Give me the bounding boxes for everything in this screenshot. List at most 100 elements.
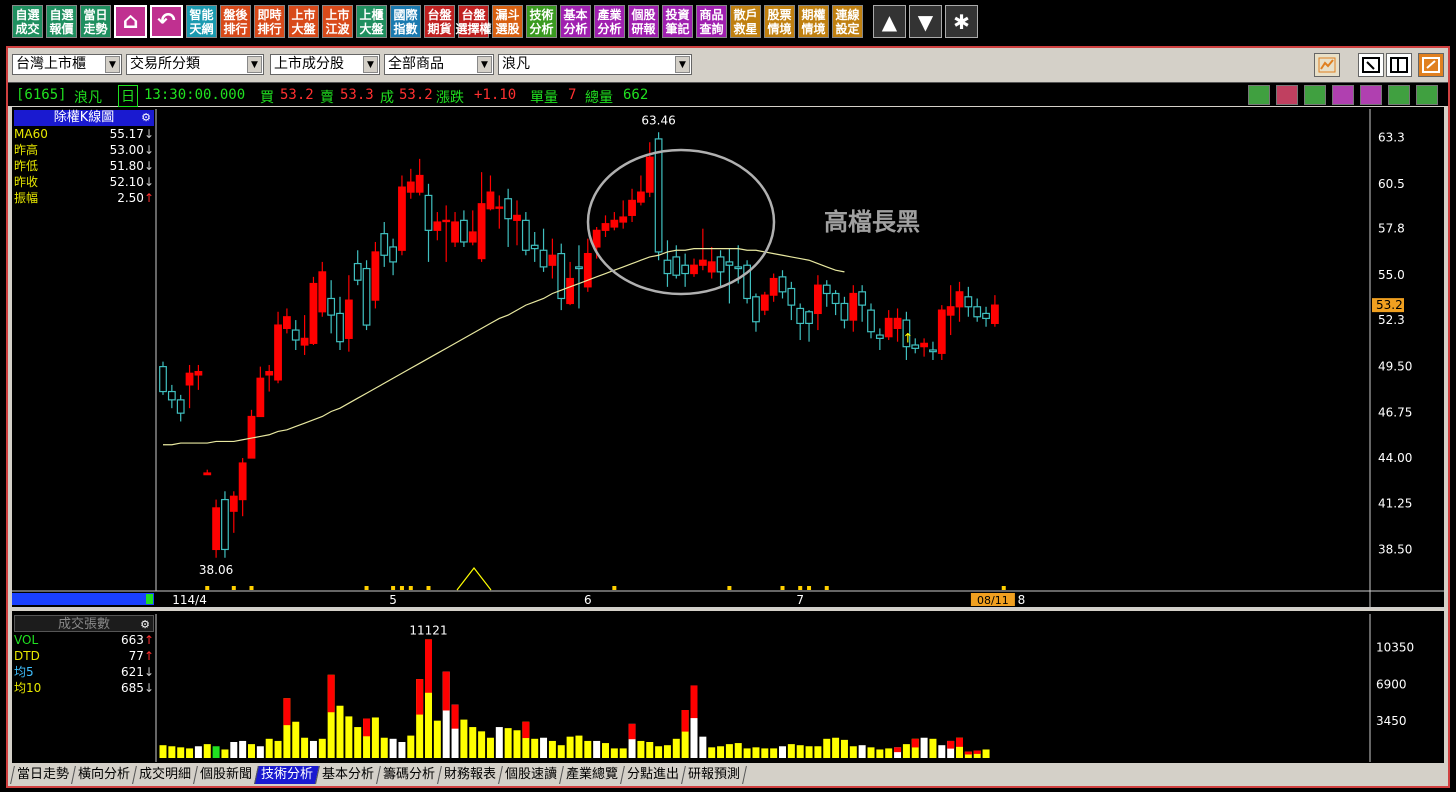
y-tick-label: 38.50: [1378, 542, 1412, 556]
candle-body: [698, 259, 707, 266]
candle-body: [690, 264, 698, 275]
candle-body: [185, 372, 194, 386]
candle-body: [566, 277, 574, 305]
legend-arrow: ↑: [143, 191, 154, 205]
x-tick-label: 5: [389, 593, 397, 607]
candle-body: [460, 219, 468, 243]
current-price-label: 53.2: [1376, 298, 1403, 312]
y-tick-label: 60.5: [1378, 177, 1405, 191]
candle-body: [159, 366, 167, 393]
legend-value: 55.17: [109, 127, 144, 141]
candle-body: [884, 317, 893, 338]
candle-body: [212, 507, 221, 551]
volume-bar: [832, 737, 840, 758]
legend-value-wrap: 2.50↑: [117, 190, 154, 206]
volume-bar: [548, 740, 556, 758]
y-tick-label: 52.3: [1378, 313, 1405, 327]
volume-bar: [478, 731, 486, 758]
event-marker: [1001, 586, 1006, 590]
candle-body: [858, 291, 867, 306]
candle-body: [167, 390, 176, 401]
volume-bar: [734, 743, 742, 758]
volume-bar: [610, 748, 618, 758]
legend-row: 均10 685↓: [14, 680, 154, 696]
candle-body: [769, 277, 778, 296]
settings-gear-icon[interactable]: ⚙: [140, 616, 150, 633]
legend-arrow: ↑: [143, 649, 154, 663]
volume-bar-up-segment: [283, 698, 291, 726]
volume-bar: [433, 720, 441, 758]
candle-body: [380, 233, 389, 256]
candle-body: [849, 292, 858, 321]
candle-body: [946, 306, 955, 316]
legend-value: 663: [121, 633, 144, 647]
volume-bar: [371, 717, 379, 758]
current-date-label: 08/11: [977, 594, 1009, 607]
candle-body: [752, 296, 760, 323]
volume-bar: [513, 730, 521, 758]
legend-arrow: ↓: [143, 159, 154, 173]
candle-body: [539, 249, 548, 268]
legend-value-wrap: 55.17↓: [110, 126, 154, 142]
volume-bar: [292, 721, 300, 758]
event-marker: [391, 586, 396, 590]
volume-bar: [203, 744, 211, 758]
volume-bar: [407, 735, 415, 758]
y-tick-label: 41.25: [1378, 497, 1412, 511]
volume-bar-up-segment: [442, 671, 450, 711]
volume-bar: [495, 727, 503, 758]
volume-bar: [885, 748, 893, 758]
candle-body: [398, 186, 406, 251]
candle-body: [760, 294, 769, 311]
candle-body: [937, 309, 946, 354]
event-marker: [807, 586, 812, 590]
volume-bar-up-segment: [690, 685, 698, 719]
scroll-indicator[interactable]: [12, 593, 154, 605]
volume-y-tick-label: 6900: [1376, 677, 1407, 691]
event-marker: [249, 586, 254, 590]
legend-row: 昨低 51.80↓: [14, 158, 154, 174]
legend-value: 685: [121, 681, 144, 695]
volume-bar: [823, 738, 831, 758]
low-price-label: 38.06: [199, 563, 233, 577]
event-marker: [780, 586, 785, 590]
volume-bar-up-segment: [628, 723, 636, 740]
candle-body: [415, 174, 424, 193]
legend-arrow: ↓: [143, 127, 154, 141]
volume-bar-up-segment: [522, 721, 530, 739]
legend-label: 昨低: [14, 159, 39, 173]
volume-bar: [159, 745, 167, 758]
legend-value-wrap: 621↓: [121, 664, 154, 680]
candle-body: [229, 495, 238, 512]
volume-bar-up-segment: [911, 738, 919, 748]
volume-y-tick-label: 10350: [1376, 641, 1414, 655]
volume-bar-up-segment: [327, 674, 335, 713]
candle-body: [176, 399, 185, 414]
volume-bar-up-segment: [947, 740, 955, 749]
settings-gear-icon[interactable]: ⚙: [141, 110, 151, 126]
y-tick-label: 44.00: [1378, 451, 1412, 465]
volume-legend-title[interactable]: 成交張數 ⚙: [14, 615, 154, 632]
volume-bar: [619, 748, 627, 758]
legend-label: 振幅: [14, 191, 39, 205]
candle-body: [813, 284, 822, 315]
candle-body: [504, 198, 513, 220]
volume-bar: [849, 746, 857, 758]
price-legend-title[interactable]: 除權K線圖 ⚙: [14, 110, 154, 126]
legend-value: 77: [128, 649, 144, 663]
volume-bar: [646, 742, 654, 758]
volume-bar-up-segment: [956, 737, 963, 747]
legend-value-wrap: 51.80↓: [110, 158, 154, 174]
candle-body: [513, 214, 521, 221]
volume-bar: [725, 744, 733, 758]
volume-legend: 成交張數 ⚙ VOL 663↑ DTD 77↑ 均5 621↓ 均10 685↓: [14, 615, 154, 696]
legend-arrow: ↓: [143, 175, 154, 189]
candle-body: [221, 498, 229, 551]
volume-bar: [761, 748, 769, 758]
legend-arrow: ↑: [143, 633, 154, 647]
candle-body: [734, 266, 743, 270]
candle-body: [486, 191, 495, 210]
scroll-thumb[interactable]: [146, 594, 153, 604]
candle-body: [265, 371, 274, 376]
volume-bar: [655, 746, 663, 758]
